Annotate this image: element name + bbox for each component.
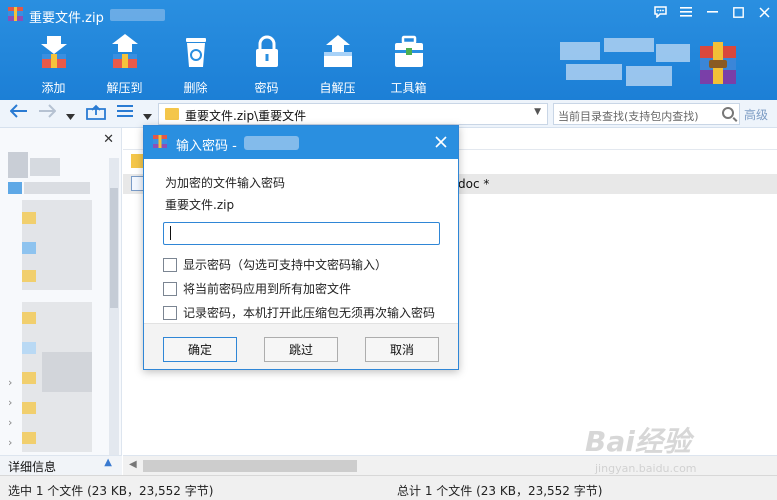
view-list-icon[interactable] <box>117 104 133 122</box>
folder-icon <box>165 108 179 120</box>
extract-icon <box>111 34 138 68</box>
delete-button[interactable]: 删除 <box>160 30 231 96</box>
close-pane-icon[interactable]: ✕ <box>103 132 114 147</box>
title-bar: 重要文件.zip <box>0 0 777 28</box>
toolbox-button[interactable]: 工具箱 <box>373 30 444 96</box>
winrar-app-icon <box>153 135 167 148</box>
show-password-option[interactable]: 显示密码（勾选可支持中文密码输入） <box>163 256 387 273</box>
main-toolbar: 添加 解压到 删除 密码 自解压 工具箱 <box>18 30 444 96</box>
redacted-folder-tree <box>8 152 104 452</box>
password-input[interactable] <box>163 222 440 245</box>
back-arrow-icon[interactable] <box>9 104 28 122</box>
delete-label: 删除 <box>183 81 208 95</box>
text-caret <box>170 226 171 240</box>
tree-expand-icon[interactable]: › <box>8 436 12 449</box>
self-extract-icon <box>323 35 352 67</box>
watermark: Bai经验 jingyan.baidu.com <box>585 420 745 480</box>
delete-icon <box>185 38 206 67</box>
dialog-title-bar[interactable]: 输入密码 - <box>144 126 458 159</box>
apply-all-label: 将当前密码应用到所有加密文件 <box>183 282 352 296</box>
minimize-icon[interactable] <box>699 0 725 24</box>
tree-scrollbar[interactable] <box>109 158 119 458</box>
self-extract-button[interactable]: 自解压 <box>302 30 373 96</box>
address-row: 重要文件.zip\重要文件 ▼ 当前目录查找(支持包内查找) 高级 <box>0 100 777 128</box>
file-name: doc * <box>458 177 490 191</box>
window-title: 重要文件.zip <box>29 11 104 26</box>
tree-expand-icon[interactable]: › <box>8 376 12 389</box>
comment-icon[interactable] <box>647 0 673 24</box>
cancel-button[interactable]: 取消 <box>365 337 439 362</box>
show-password-label: 显示密码（勾选可支持中文密码输入） <box>183 258 388 272</box>
dialog-title-redacted <box>244 136 299 150</box>
up-folder-icon[interactable] <box>86 104 106 124</box>
remember-password-option[interactable]: 记录密码，本机打开此压缩包无须再次输入密码 <box>163 304 435 321</box>
watermark-url: jingyan.baidu.com <box>595 462 697 475</box>
tree-expand-icon[interactable]: › <box>8 416 12 429</box>
skip-button[interactable]: 跳过 <box>264 337 338 362</box>
show-password-checkbox[interactable] <box>163 257 177 272</box>
tree-expand-icon[interactable]: › <box>8 396 12 409</box>
title-redacted <box>110 9 165 21</box>
details-label: 详细信息 <box>8 460 57 474</box>
menu-icon[interactable] <box>673 0 699 24</box>
expand-details-icon[interactable]: ▲ <box>104 457 112 468</box>
address-bar[interactable]: 重要文件.zip\重要文件 ▼ <box>158 103 548 125</box>
maximize-icon[interactable] <box>725 0 751 24</box>
extract-to-button[interactable]: 解压到 <box>89 30 160 96</box>
add-label: 添加 <box>41 81 66 95</box>
password-label: 密码 <box>254 81 279 95</box>
winrar-app-icon <box>8 7 23 21</box>
folder-tree-pane: ✕ › › › › <box>0 128 122 458</box>
apply-all-option[interactable]: 将当前密码应用到所有加密文件 <box>163 280 351 297</box>
password-button[interactable]: 密码 <box>231 30 302 96</box>
watermark-brand: Bai经验 <box>585 425 691 458</box>
scrollbar-thumb[interactable] <box>110 188 118 308</box>
search-input[interactable]: 当前目录查找(支持包内查找) <box>553 103 740 125</box>
chevron-down-icon[interactable]: ▼ <box>534 107 541 117</box>
view-dropdown-icon[interactable] <box>143 108 152 124</box>
address-path: 重要文件.zip\重要文件 <box>185 109 307 123</box>
dialog-title: 输入密码 - <box>176 139 237 154</box>
search-placeholder: 当前目录查找(支持包内查找) <box>558 110 699 123</box>
total-status: 总计 1 个文件 (23 KB，23,552 字节) <box>397 484 603 498</box>
forward-arrow-icon[interactable] <box>38 104 57 122</box>
folder-tree-header: ✕ <box>0 128 122 150</box>
dialog-footer: 确定 跳过 取消 <box>144 323 458 369</box>
winrar-logo <box>700 42 736 84</box>
lock-icon <box>255 35 278 67</box>
add-icon <box>40 36 67 68</box>
remember-password-label: 记录密码，本机打开此压缩包无须再次输入密码 <box>183 306 436 320</box>
ok-button[interactable]: 确定 <box>163 337 237 362</box>
remember-password-checkbox[interactable] <box>163 305 177 320</box>
close-icon[interactable] <box>751 0 777 24</box>
password-dialog: 输入密码 - 为加密的文件输入密码 重要文件.zip 显示密码（勾选可支持中文密… <box>143 125 459 370</box>
extract-label: 解压到 <box>106 81 143 95</box>
selection-status: 选中 1 个文件 (23 KB，23,552 字节) <box>8 484 214 498</box>
advanced-search-link[interactable]: 高级 <box>744 106 768 123</box>
details-bar: 详细信息 ▲ <box>0 455 122 475</box>
search-icon[interactable] <box>722 107 734 119</box>
redacted-banner <box>560 38 690 90</box>
add-button[interactable]: 添加 <box>18 30 89 96</box>
history-dropdown-icon[interactable] <box>66 108 75 124</box>
apply-all-checkbox[interactable] <box>163 281 177 296</box>
scroll-left-icon[interactable]: ◀ <box>129 459 137 470</box>
self-extract-label: 自解压 <box>319 81 356 95</box>
toolbox-icon <box>394 35 423 67</box>
close-icon[interactable] <box>430 131 452 153</box>
dialog-prompt: 为加密的文件输入密码 <box>165 176 286 190</box>
window-controls <box>647 0 777 24</box>
top-band: 重要文件.zip 添加 解压到 删除 密码 自解压 工具箱 <box>0 0 777 100</box>
archive-filename: 重要文件.zip <box>165 198 235 212</box>
status-bar: 选中 1 个文件 (23 KB，23,552 字节) 总计 1 个文件 (23 … <box>0 475 777 500</box>
scrollbar-thumb[interactable] <box>143 460 357 472</box>
toolbox-label: 工具箱 <box>390 81 427 95</box>
